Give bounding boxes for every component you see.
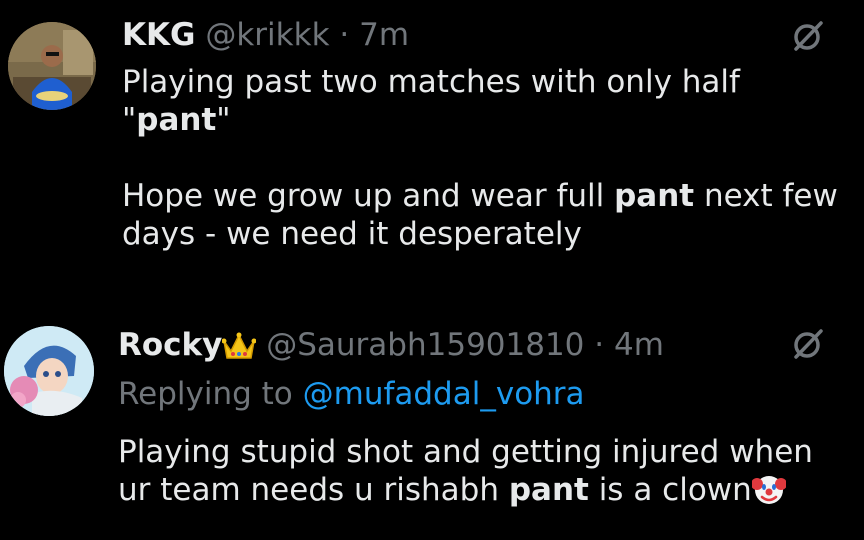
timestamp[interactable]: 4m [614,327,664,363]
text-segment: is a clown [588,472,752,508]
author-handle[interactable]: @krikkk [205,17,329,53]
avatar-kkg[interactable] [8,22,96,110]
replying-to-label: Replying to [118,376,303,412]
tweet-line: "pant" [122,102,231,138]
separator-dot: · [594,327,605,363]
text-segment: next few [694,178,838,214]
text-segment: Hope we grow up and wear full [122,178,615,214]
tweet-line: Playing stupid shot and getting injured … [118,434,813,470]
author-name[interactable]: KKG [122,17,196,53]
quote-open: " [122,102,137,138]
tweet-rocky[interactable]: Rocky @Saurabh15901810 · 4m Replying to … [0,310,864,540]
author-handle[interactable]: @Saurabh15901810 [266,327,584,363]
timestamp[interactable]: 7m [359,17,409,53]
avatar-rocky[interactable] [4,326,94,416]
bold-word: pant [508,472,589,508]
tweet-line: Hope we grow up and wear full pant next … [122,178,838,214]
tweet-header: Rocky @Saurabh15901810 · 4m [118,326,664,370]
tweet-kkg[interactable]: KKG @krikkk · 7m Playing past two matche… [0,0,864,310]
crown-icon [221,331,257,370]
bold-word: pant [614,178,695,214]
tweet-text: Playing stupid shot and getting injured … [118,433,813,515]
tweet-text: Playing past two matches with only half … [122,63,838,253]
quote-close: " [216,102,231,138]
timeline-feed: KKG @krikkk · 7m Playing past two matche… [0,0,864,540]
avatar-rocky-image [4,326,94,416]
tweet-line: days - we need it desperately [122,216,582,252]
grok-slash-icon[interactable] [790,326,826,362]
grok-slash-icon[interactable] [790,18,826,54]
clown-icon [750,472,787,515]
avatar-kkg-image [8,22,96,110]
text-segment: ur team needs u rishabh [118,472,509,508]
replying-to: Replying to @mufaddal_vohra [118,375,585,413]
separator-dot: · [339,17,350,53]
tweet-header: KKG @krikkk · 7m [122,16,409,54]
tweet-line: ur team needs u rishabh pant is a clown [118,472,787,508]
tweet-line: Playing past two matches with only half [122,64,740,100]
bold-word: pant [136,102,217,138]
mention-link[interactable]: @mufaddal_vohra [303,376,585,412]
author-name[interactable]: Rocky [118,327,222,363]
